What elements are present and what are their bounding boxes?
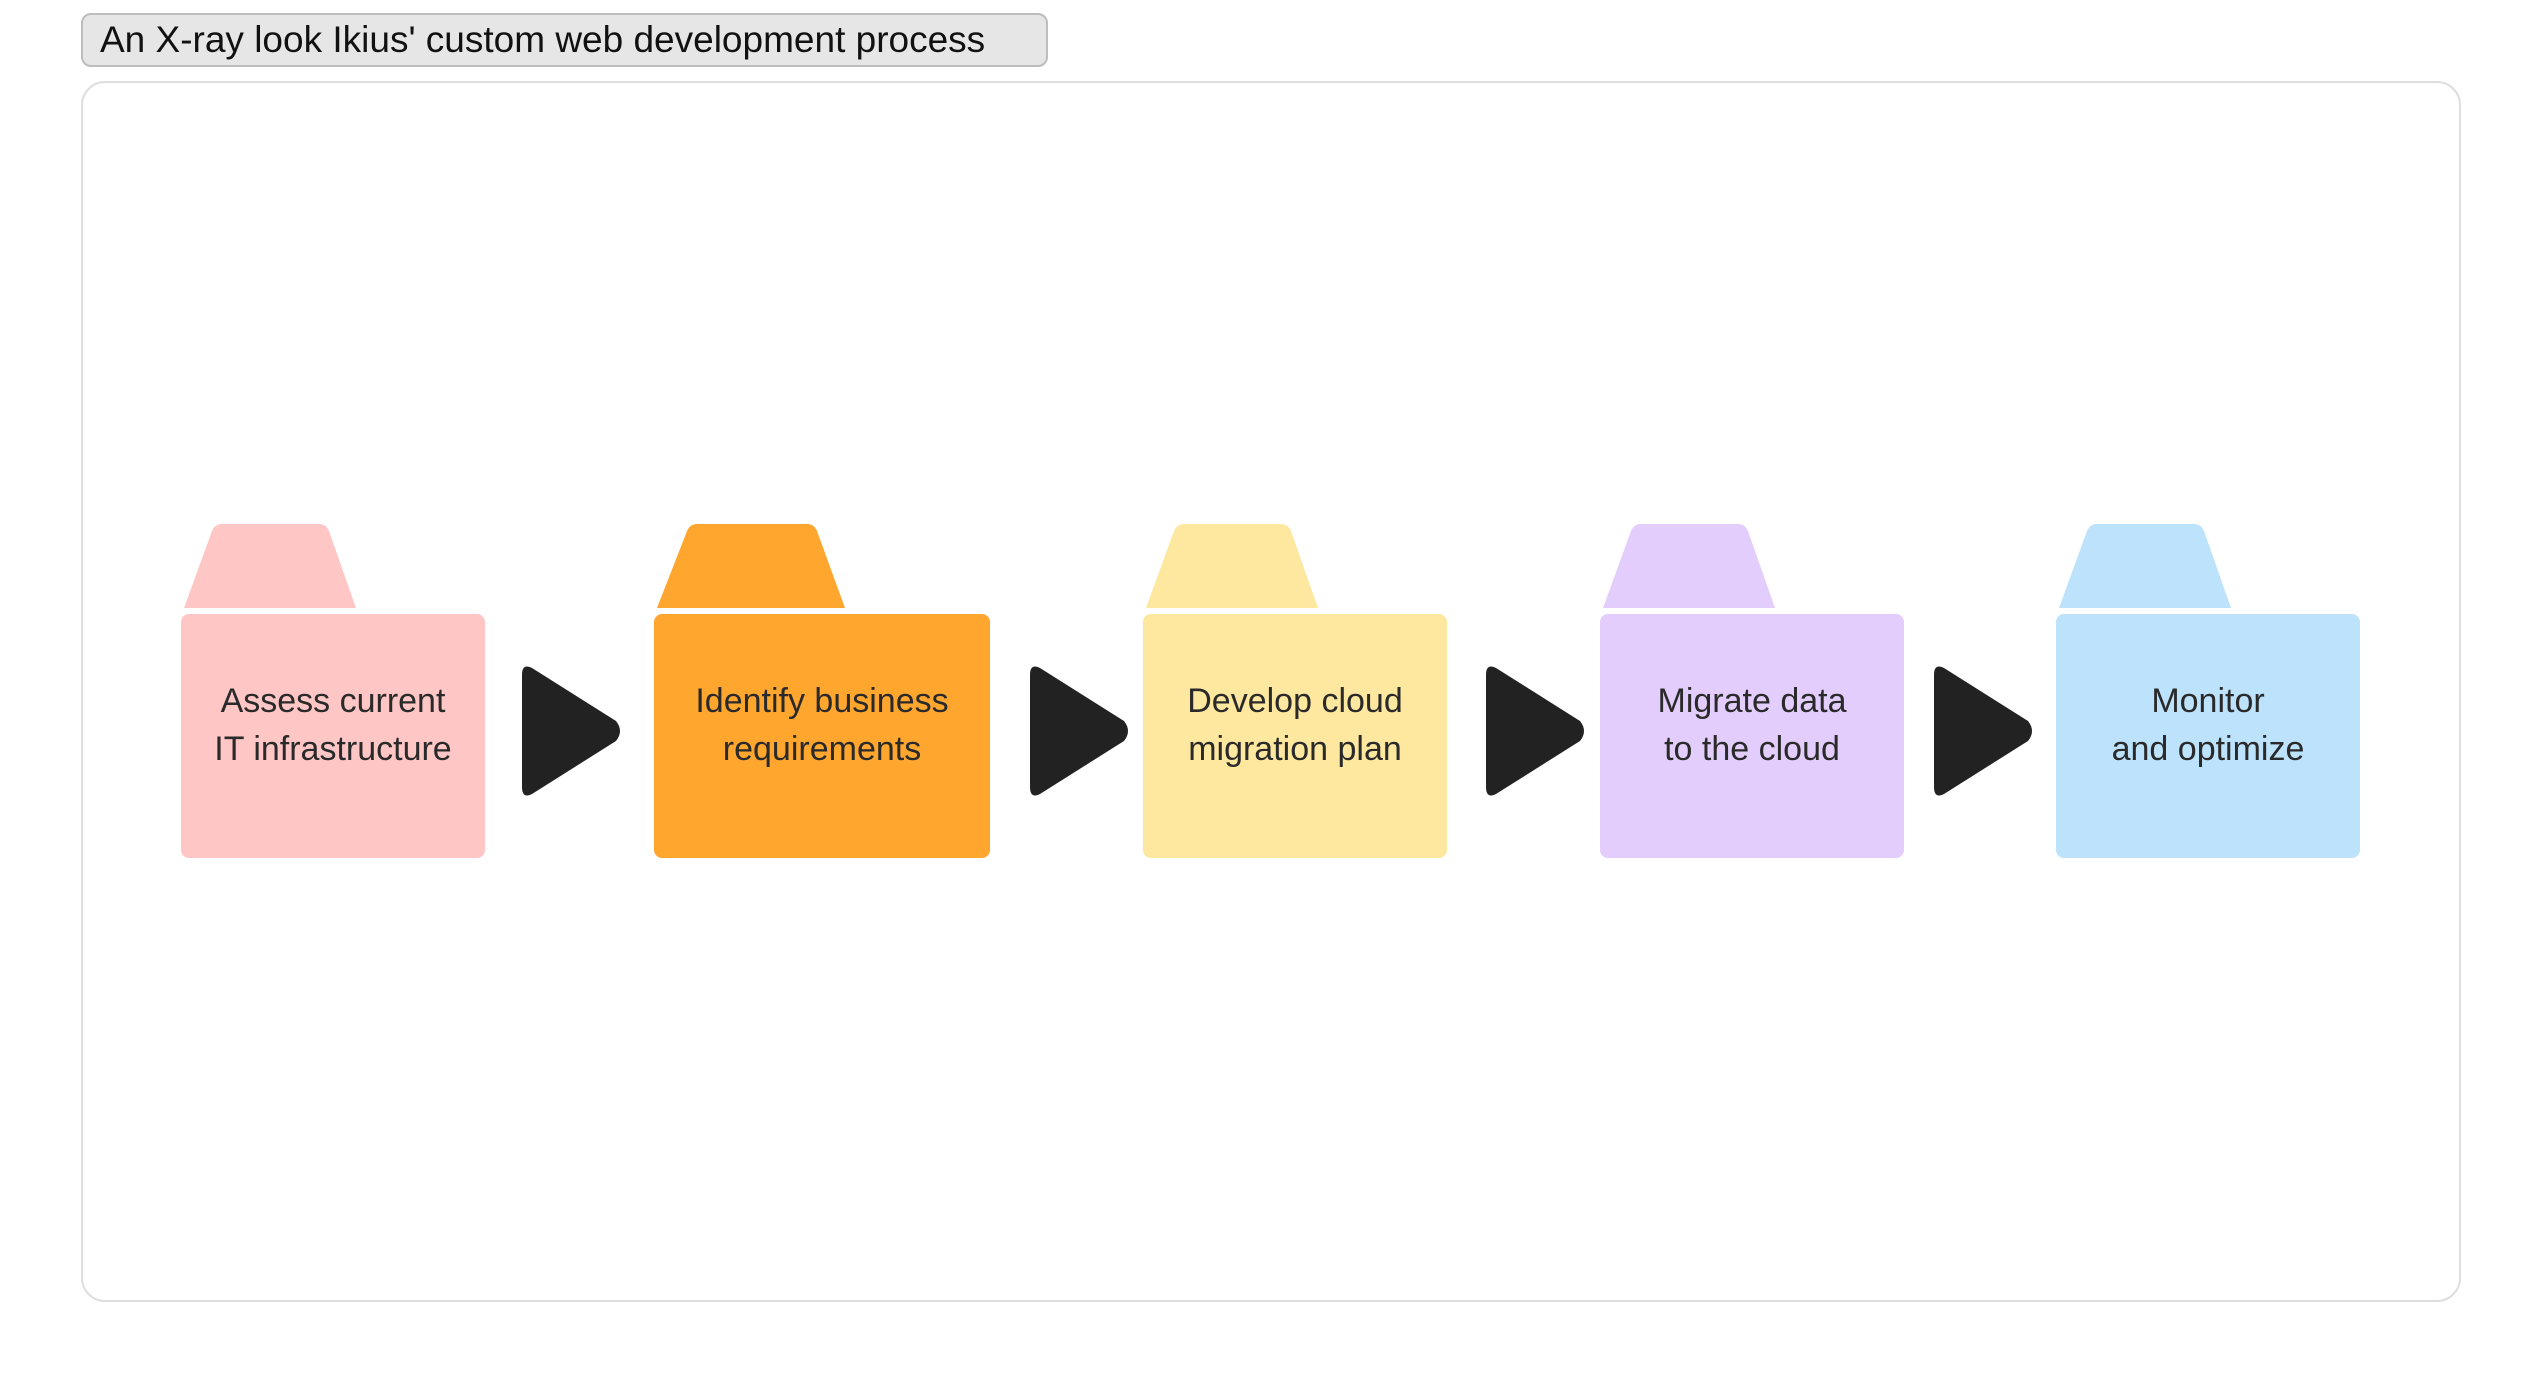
folder-tab-shape bbox=[184, 524, 356, 608]
folder-tab-icon bbox=[1603, 524, 1775, 608]
folder-tab-shape bbox=[2059, 524, 2231, 608]
step-folder-assess: Assess current IT infrastructure bbox=[181, 524, 485, 858]
folder-tab-icon bbox=[184, 524, 356, 608]
arrow-right-icon bbox=[1486, 666, 1584, 796]
folder-body: Monitor and optimize bbox=[2056, 614, 2360, 858]
step-label: Monitor and optimize bbox=[2111, 682, 2305, 768]
folder-tab-icon bbox=[1146, 524, 1318, 608]
folder-body: Migrate data to the cloud bbox=[1600, 614, 1904, 858]
step-folder-migrate: Migrate data to the cloud bbox=[1600, 524, 1904, 858]
step-label: Identify business requirements bbox=[695, 682, 949, 768]
folder-body: Identify business requirements bbox=[654, 614, 990, 858]
step-label: Develop cloud migration plan bbox=[1187, 682, 1403, 768]
folder-tab-shape bbox=[1146, 524, 1318, 608]
arrow-right-icon bbox=[522, 666, 620, 796]
step-folder-identify: Identify business requirements bbox=[654, 524, 990, 858]
folder-tab-shape bbox=[1603, 524, 1775, 608]
arrow-right-icon bbox=[1934, 666, 2032, 796]
step-folder-develop: Develop cloud migration plan bbox=[1143, 524, 1447, 858]
step-label: Migrate data to the cloud bbox=[1657, 682, 1847, 768]
step-folder-monitor: Monitor and optimize bbox=[2056, 524, 2360, 858]
folder-tab-icon bbox=[657, 524, 845, 608]
arrow-right-icon bbox=[1030, 666, 1128, 796]
folder-tab-icon bbox=[2059, 524, 2231, 608]
diagram-title: An X-ray look Ikius' custom web developm… bbox=[81, 13, 1048, 67]
folder-body: Assess current IT infrastructure bbox=[181, 614, 485, 858]
step-label: Assess current IT infrastructure bbox=[214, 682, 452, 768]
folder-tab-shape bbox=[657, 524, 845, 608]
folder-body: Develop cloud migration plan bbox=[1143, 614, 1447, 858]
